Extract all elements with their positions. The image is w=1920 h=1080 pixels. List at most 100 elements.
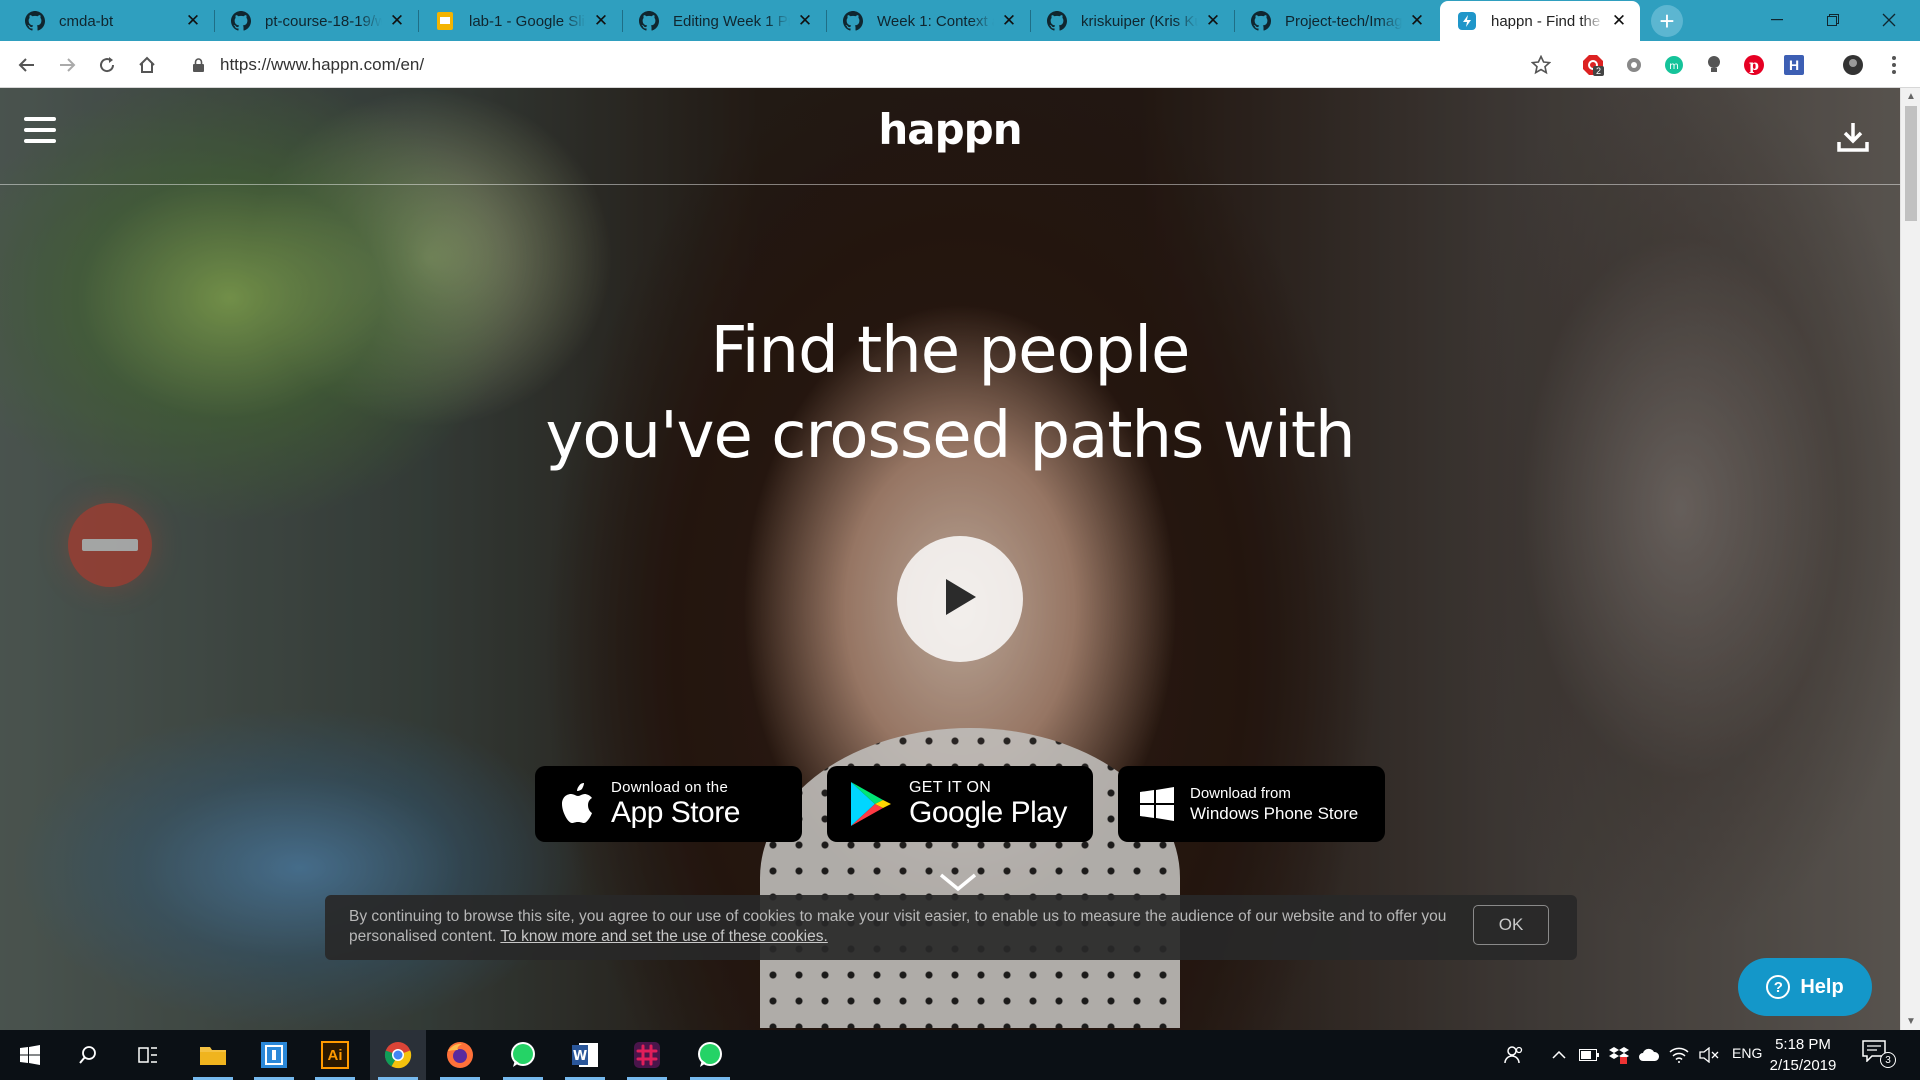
firefox-icon[interactable]: [432, 1030, 488, 1080]
volume-muted-icon[interactable]: [1698, 1044, 1720, 1066]
download-icon[interactable]: [1836, 120, 1870, 154]
svg-text:p: p: [1749, 58, 1759, 74]
h-extension-label: H: [1788, 57, 1800, 73]
cloud-icon[interactable]: [1638, 1044, 1660, 1066]
github-icon: [842, 10, 864, 32]
minimize-button[interactable]: [1749, 0, 1805, 40]
word-icon[interactable]: W: [557, 1030, 613, 1080]
google-play-small-text: GET IT ON: [909, 779, 992, 796]
tab-title: kriskuiper (Kris Kui: [1081, 12, 1198, 30]
clock-date: 2/15/2019: [1769, 1057, 1837, 1074]
close-tab-icon[interactable]: ✕: [1204, 11, 1222, 30]
battery-icon[interactable]: [1578, 1044, 1600, 1066]
headline-line-2: you've crossed paths with: [545, 399, 1355, 473]
cookie-ok-button[interactable]: OK: [1473, 905, 1549, 945]
scroll-down-chevron-icon[interactable]: [938, 872, 978, 894]
task-view-icon[interactable]: [120, 1030, 176, 1080]
page-scrollbar[interactable]: ▲ ▼: [1900, 88, 1920, 1030]
app-store-button[interactable]: Download on the App Store: [535, 766, 802, 842]
app-store-small-text: Download on the: [611, 779, 729, 796]
google-play-icon: [849, 780, 893, 828]
help-button[interactable]: ? Help: [1738, 958, 1872, 1016]
people-icon[interactable]: [1503, 1044, 1525, 1066]
tab-week-1-context[interactable]: Week 1: Context ar ✕: [826, 1, 1030, 41]
close-window-button[interactable]: [1861, 0, 1917, 40]
app-icon[interactable]: [246, 1030, 302, 1080]
tab-kriskuiper[interactable]: kriskuiper (Kris Kui ✕: [1030, 1, 1234, 41]
tab-editing-week-1[interactable]: Editing Week 1 Pro ✕: [622, 1, 826, 41]
whatsapp-icon[interactable]: [495, 1030, 551, 1080]
notification-center-icon[interactable]: 3: [1862, 1040, 1896, 1070]
file-explorer-icon[interactable]: [185, 1030, 241, 1080]
svg-text:W: W: [573, 1049, 587, 1064]
wifi-icon[interactable]: [1668, 1044, 1690, 1066]
adblock-icon[interactable]: 2: [1581, 53, 1605, 77]
h-extension-icon[interactable]: H: [1782, 53, 1806, 77]
play-icon: [940, 575, 980, 624]
google-play-big-text: Google Play: [909, 796, 1067, 829]
chrome-icon[interactable]: [370, 1030, 426, 1080]
search-icon[interactable]: [60, 1030, 116, 1080]
forward-button[interactable]: [52, 50, 82, 80]
whatsapp-icon[interactable]: [682, 1030, 738, 1080]
close-tab-icon[interactable]: ✕: [388, 11, 406, 30]
close-tab-icon[interactable]: ✕: [1610, 11, 1628, 30]
google-play-button[interactable]: GET IT ON Google Play: [827, 766, 1093, 842]
windows-icon: [1140, 787, 1174, 821]
close-tab-icon[interactable]: ✕: [184, 11, 202, 30]
tab-title: lab-1 - Google Slid: [469, 12, 586, 30]
reload-button[interactable]: [92, 50, 122, 80]
pinterest-icon[interactable]: p: [1742, 53, 1766, 77]
tab-pt-course[interactable]: pt-course-18-19/w ✕: [214, 1, 418, 41]
illustrator-label: Ai: [321, 1041, 349, 1069]
tab-title: cmda-bt: [59, 12, 114, 30]
help-label: Help: [1800, 975, 1844, 998]
tab-cmda-bt[interactable]: cmda-bt ✕: [8, 1, 214, 41]
scrollbar-thumb[interactable]: [1905, 106, 1917, 221]
svg-text:m: m: [1669, 61, 1679, 72]
adblock-badge: 2: [1593, 66, 1605, 76]
illustrator-icon[interactable]: Ai: [307, 1030, 363, 1080]
tab-title: Project-tech/Imag: [1285, 12, 1402, 30]
tab-title: Week 1: Context ar: [877, 12, 994, 30]
bookmark-star-icon[interactable]: [1529, 53, 1553, 77]
tab-happn-active[interactable]: happn - Find the p ✕: [1440, 1, 1640, 41]
new-tab-button[interactable]: +: [1651, 5, 1683, 37]
tab-title: pt-course-18-19/w: [265, 12, 382, 30]
cookie-consent-bar: By continuing to browse this site, you a…: [325, 895, 1577, 960]
home-button[interactable]: [132, 50, 162, 80]
lock-icon: [188, 58, 208, 72]
start-icon[interactable]: [2, 1030, 58, 1080]
slack-icon[interactable]: [619, 1030, 675, 1080]
close-tab-icon[interactable]: ✕: [796, 11, 814, 30]
video-play-button[interactable]: [897, 536, 1023, 662]
windows-taskbar: Ai W ENG 5:18 PM 2/15/2019 3: [0, 1030, 1920, 1080]
github-icon: [1250, 10, 1272, 32]
tab-lab-1[interactable]: lab-1 - Google Slid ✕: [418, 1, 622, 41]
back-button[interactable]: [12, 50, 42, 80]
happn-logo[interactable]: happn: [0, 105, 1900, 154]
scroll-up-arrow-icon[interactable]: ▲: [1901, 88, 1920, 105]
scroll-down-arrow-icon[interactable]: ▼: [1901, 1013, 1920, 1030]
close-tab-icon[interactable]: ✕: [1408, 11, 1426, 30]
restore-button[interactable]: [1805, 0, 1861, 40]
lightbulb-icon[interactable]: [1702, 53, 1726, 77]
tab-project-tech[interactable]: Project-tech/Imag ✕: [1234, 1, 1438, 41]
system-clock[interactable]: 5:18 PM 2/15/2019: [1758, 1034, 1848, 1076]
cookie-settings-link[interactable]: To know more and set the use of these co…: [500, 928, 827, 945]
chevron-up-icon[interactable]: [1548, 1044, 1570, 1066]
github-icon: [24, 10, 46, 32]
dropbox-icon[interactable]: [1608, 1044, 1630, 1066]
close-tab-icon[interactable]: ✕: [1000, 11, 1018, 30]
grammarly-icon[interactable]: m: [1662, 53, 1686, 77]
settings-extension-icon[interactable]: [1622, 53, 1646, 77]
windows-phone-store-button[interactable]: Download from Windows Phone Store: [1118, 766, 1385, 842]
clock-time: 5:18 PM: [1775, 1036, 1831, 1053]
menu-dots-icon[interactable]: [1882, 53, 1906, 77]
profile-icon[interactable]: [1841, 53, 1865, 77]
happn-icon: [1456, 10, 1478, 32]
hero-section: happn Find the people you've crossed pat…: [0, 88, 1900, 1030]
close-tab-icon[interactable]: ✕: [592, 11, 610, 30]
address-bar[interactable]: https://www.happn.com/en/: [188, 48, 1568, 82]
tab-title: Editing Week 1 Pro: [673, 12, 790, 30]
